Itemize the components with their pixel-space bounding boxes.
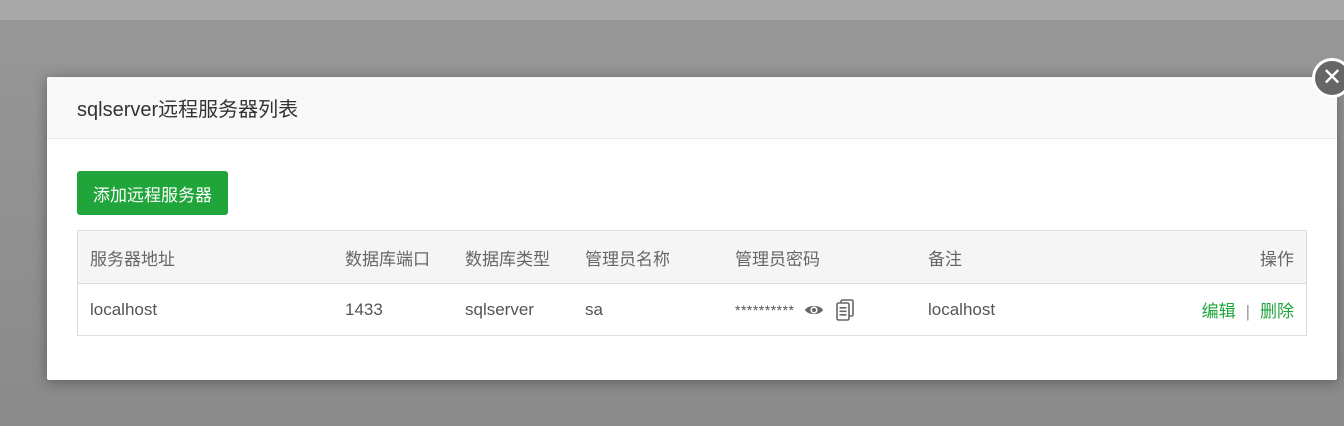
copy-icon[interactable] [836, 298, 855, 321]
cell-user: sa [585, 299, 603, 319]
table-row: localhost 1433 sqlserver sa ********** l… [78, 284, 1306, 335]
cell-note: localhost [928, 299, 996, 319]
column-header-port: 数据库端口 [345, 249, 430, 269]
column-header-note: 备注 [928, 249, 962, 269]
eye-icon[interactable] [804, 303, 824, 317]
dialog-title: sqlserver远程服务器列表 [77, 99, 299, 121]
dialog-header: sqlserver远程服务器列表 [47, 77, 1337, 139]
column-header-user: 管理员名称 [585, 249, 670, 269]
cell-password: ********** [735, 298, 928, 321]
column-header-host: 服务器地址 [90, 249, 175, 269]
password-mask: ********** [735, 301, 795, 318]
column-header-actions: 操作 [1260, 249, 1294, 269]
cell-port: 1433 [345, 299, 383, 319]
edit-link[interactable]: 编辑 [1202, 302, 1236, 321]
close-icon[interactable]: ✕ [1312, 58, 1344, 98]
cell-actions: 编辑 | 删除 [1128, 297, 1306, 322]
top-backdrop-strip [0, 0, 1344, 20]
server-table: 服务器地址 数据库端口 数据库类型 管理员名称 管理员密码 备注 操作 loca… [77, 230, 1307, 336]
table-header-row: 服务器地址 数据库端口 数据库类型 管理员名称 管理员密码 备注 操作 [78, 231, 1306, 284]
action-separator: | [1245, 302, 1250, 321]
column-header-password: 管理员密码 [735, 249, 820, 269]
cell-host: localhost [90, 299, 158, 319]
column-header-type: 数据库类型 [465, 249, 550, 269]
cell-type: sqlserver [465, 299, 534, 319]
delete-link[interactable]: 删除 [1260, 302, 1294, 321]
remote-server-dialog: sqlserver远程服务器列表 添加远程服务器 服务器地址 数据库端口 数据库… [47, 77, 1337, 380]
add-remote-server-button[interactable]: 添加远程服务器 [77, 171, 228, 215]
